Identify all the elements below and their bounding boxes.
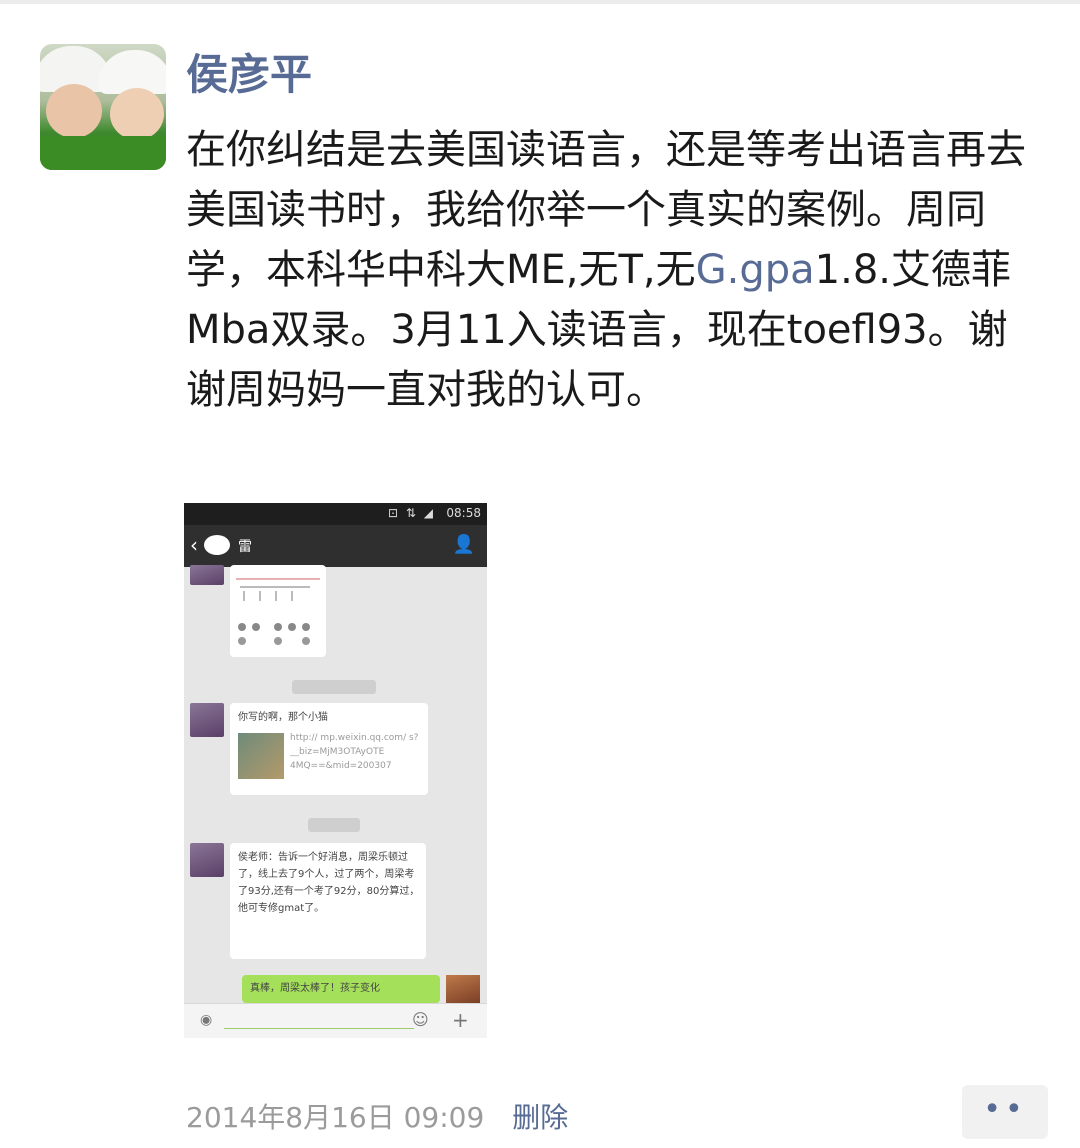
plus-icon: + [452, 1008, 469, 1032]
own-avatar [446, 975, 480, 1003]
more-button[interactable]: •• [962, 1085, 1048, 1139]
avatar-face-right [110, 88, 164, 140]
image-bubble [230, 565, 326, 657]
sender-avatar [190, 843, 224, 877]
chat-timestamp [308, 818, 360, 832]
sender-avatar [190, 703, 224, 737]
own-text-bubble: 真棒，周梁太棒了！孩子变化 [242, 975, 440, 1003]
link-card-title: 你写的啊，那个小猫 [238, 712, 328, 723]
emoji-icon: ☺ [412, 1010, 429, 1029]
own-text-content: 真棒，周梁太棒了！孩子变化 [250, 983, 380, 994]
chat-input-bar: ◉ ☺ + [184, 1003, 487, 1038]
input-underline [224, 1028, 414, 1029]
author-avatar[interactable] [40, 44, 166, 170]
back-icon: ‹ [190, 533, 198, 557]
voice-icon: ◉ [200, 1012, 213, 1028]
avatar-shirt [40, 136, 166, 170]
avatar-face-left [46, 84, 102, 138]
table-thumbnail [236, 578, 320, 645]
delete-button[interactable]: 删除 [512, 1101, 568, 1134]
sender-avatar [190, 565, 224, 585]
top-divider [0, 0, 1080, 4]
post-footer: 2014年8月16日 09:09 删除 [186, 1096, 568, 1140]
status-time: 08:58 [446, 506, 481, 520]
author-name[interactable]: 侯彦平 [186, 44, 312, 106]
chat-title: 雷 [238, 539, 252, 555]
link-card-bubble: 你写的啊，那个小猫 http:// mp.weixin.qq.com/ s?__… [230, 703, 428, 795]
status-icons: ⊡ ⇅ ◢ [388, 506, 435, 520]
attached-screenshot[interactable]: ⊡ ⇅ ◢ 08:58 ‹ 雷 👤 你写的啊，那个小猫 http:// mp.w… [184, 503, 487, 1038]
text-bubble: 侯老师：告诉一个好消息，周梁乐顿过了，线上去了9个人，过了两个，周梁考了93分,… [230, 843, 426, 959]
wechat-icon [204, 535, 230, 555]
chat-timestamp [292, 680, 376, 694]
link-card-thumbnail [238, 733, 284, 779]
post-text-link[interactable]: G.gpa [696, 247, 815, 293]
phone-nav-bar: ‹ 雷 👤 [184, 525, 487, 567]
phone-status-bar: ⊡ ⇅ ◢ 08:58 [184, 503, 487, 525]
person-icon: 👤 [452, 534, 475, 555]
post-text: 在你纠结是去美国读语言，还是等考出语言再去美国读书时，我给你举一个真实的案例。周… [186, 120, 1026, 420]
link-card-url: http:// mp.weixin.qq.com/ s?__biz=MjM3OT… [290, 733, 419, 771]
post-timestamp: 2014年8月16日 09:09 [186, 1101, 485, 1134]
text-bubble-content: 侯老师：告诉一个好消息，周梁乐顿过了，线上去了9个人，过了两个，周梁考了93分,… [238, 852, 420, 914]
